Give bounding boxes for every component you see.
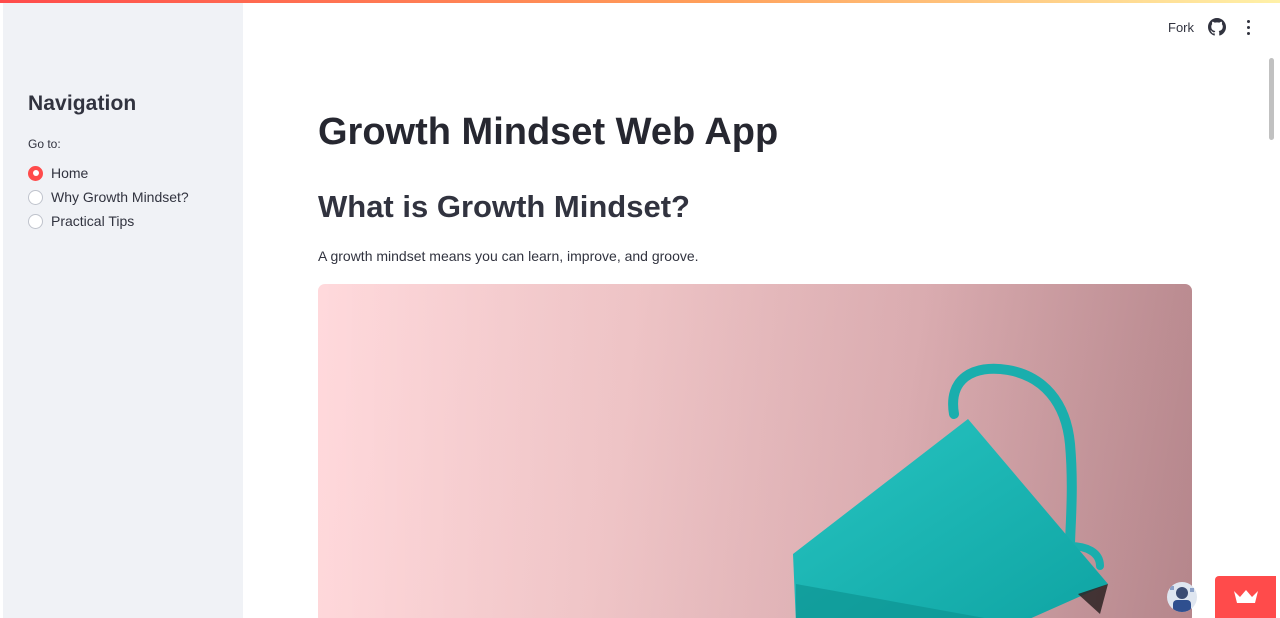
radio-option-practical-tips[interactable]: Practical Tips [28, 209, 189, 233]
fork-button[interactable]: Fork [1168, 20, 1194, 35]
streamlit-badge[interactable] [1215, 576, 1276, 618]
sidebar-title: Navigation [28, 92, 137, 115]
top-decoration-bar [0, 0, 1280, 3]
body-text: A growth mindset means you can learn, im… [318, 248, 699, 264]
radio-group-label: Go to: [28, 137, 61, 151]
sidebar: Navigation Go to: Home Why Growth Mindse… [3, 3, 243, 618]
radio-option-why-growth-mindset[interactable]: Why Growth Mindset? [28, 185, 189, 209]
radio-selected-icon[interactable] [28, 165, 43, 181]
kebab-menu-icon[interactable] [1240, 18, 1256, 36]
radio-option-label: Home [51, 165, 89, 181]
page-title: Growth Mindset Web App [318, 111, 779, 153]
crown-icon [1233, 590, 1258, 603]
app-toolbar: Fork [1168, 18, 1256, 36]
radio-option-label: Why Growth Mindset? [51, 189, 189, 205]
radio-option-home[interactable]: Home [28, 161, 189, 185]
section-heading: What is Growth Mindset? [318, 189, 690, 224]
radio-unselected-icon[interactable] [28, 213, 43, 229]
teal-bag-illustration [318, 284, 1192, 618]
scrollbar[interactable] [1269, 58, 1274, 140]
radio-unselected-icon[interactable] [28, 189, 43, 205]
github-icon[interactable] [1208, 18, 1226, 36]
hero-image [318, 284, 1192, 618]
user-avatar[interactable] [1167, 582, 1197, 612]
radio-option-label: Practical Tips [51, 213, 135, 229]
navigation-radio-group: Home Why Growth Mindset? Practical Tips [28, 161, 189, 233]
